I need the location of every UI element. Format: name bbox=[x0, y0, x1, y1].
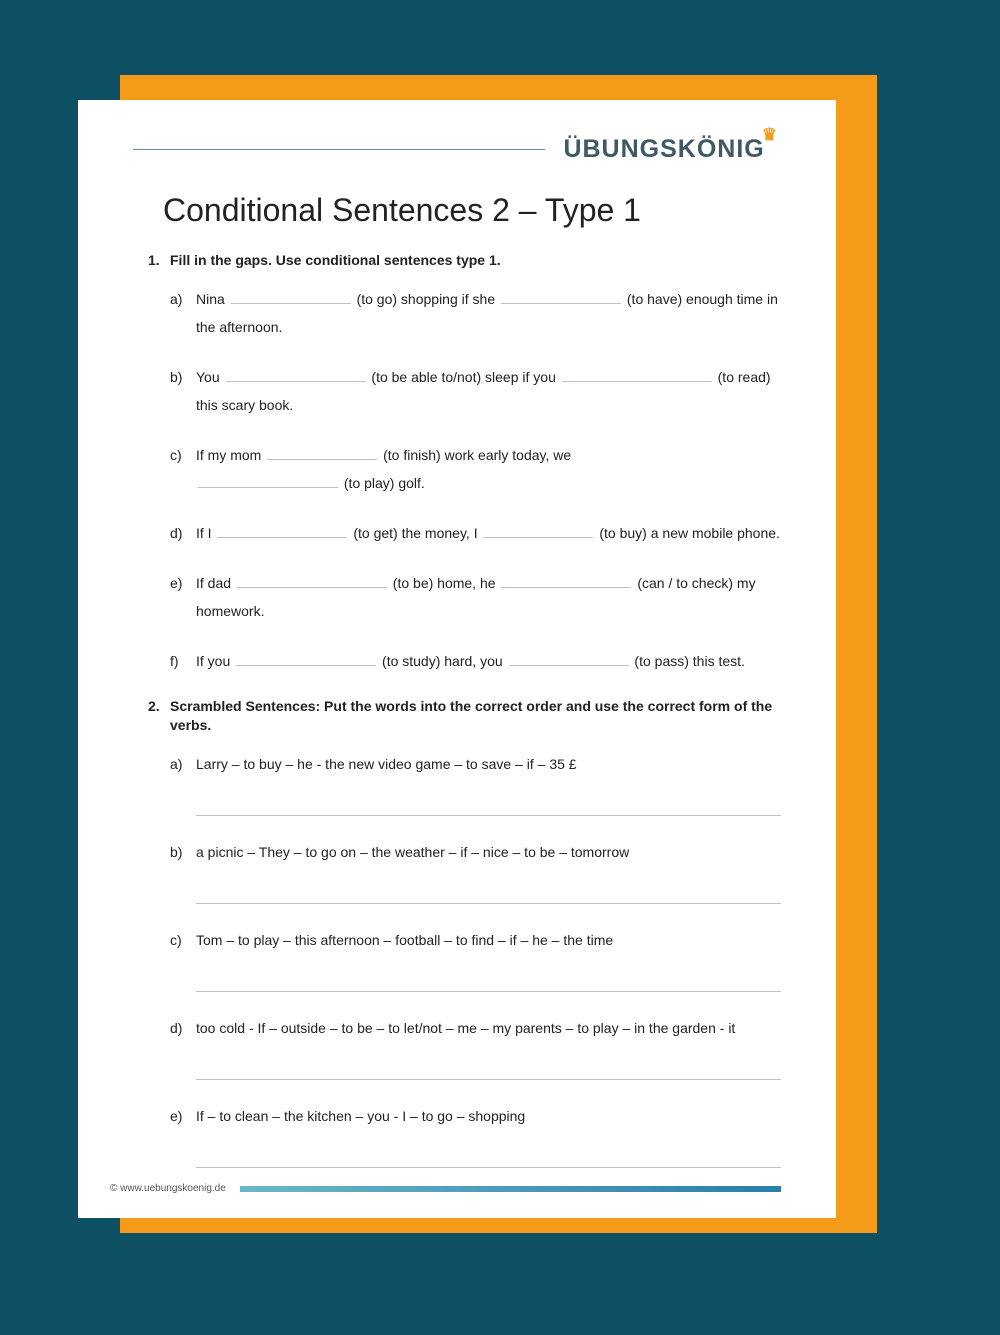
item-letter: e) bbox=[170, 1102, 196, 1168]
fill-gap[interactable] bbox=[231, 290, 351, 304]
item-letter: f) bbox=[170, 647, 196, 675]
item-letter: b) bbox=[170, 363, 196, 419]
page-title: Conditional Sentences 2 – Type 1 bbox=[163, 192, 781, 229]
item-text: If dad (to be) home, he (can / to check)… bbox=[196, 569, 781, 625]
item-letter: e) bbox=[170, 569, 196, 625]
footer-bar bbox=[240, 1186, 781, 1192]
task-heading: 2.Scrambled Sentences: Put the words int… bbox=[148, 697, 781, 736]
answer-line[interactable] bbox=[196, 962, 781, 992]
fill-gap[interactable] bbox=[267, 446, 377, 460]
fill-gap[interactable] bbox=[562, 368, 712, 382]
item-letter: b) bbox=[170, 838, 196, 904]
list-item: d)If I (to get) the money, I (to buy) a … bbox=[170, 519, 781, 547]
item-text: Larry – to buy – he - the new video game… bbox=[196, 750, 781, 816]
item-letter: d) bbox=[170, 1014, 196, 1080]
fill-gap[interactable] bbox=[483, 524, 593, 538]
list-item: d)too cold - If – outside – to be – to l… bbox=[170, 1014, 781, 1080]
fill-gap[interactable] bbox=[237, 574, 387, 588]
item-text: If you (to study) hard, you (to pass) th… bbox=[196, 647, 781, 675]
list-item: b)a picnic – They – to go on – the weath… bbox=[170, 838, 781, 904]
task: 1.Fill in the gaps. Use conditional sent… bbox=[148, 251, 781, 675]
item-text: Nina (to go) shopping if she (to have) e… bbox=[196, 285, 781, 341]
task-instruction: Fill in the gaps. Use conditional senten… bbox=[170, 251, 501, 271]
task-number: 1. bbox=[148, 251, 170, 271]
fill-gap[interactable] bbox=[501, 290, 621, 304]
task: 2.Scrambled Sentences: Put the words int… bbox=[148, 697, 781, 1168]
fill-gap[interactable] bbox=[236, 652, 376, 666]
item-letter: a) bbox=[170, 285, 196, 341]
scrambled-text: too cold - If – outside – to be – to let… bbox=[196, 1020, 735, 1036]
answer-line[interactable] bbox=[196, 1050, 781, 1080]
worksheet-page: ÜBUNGSKÖNIG ♛ Conditional Sentences 2 – … bbox=[78, 100, 836, 1218]
item-text: If my mom (to finish) work early today, … bbox=[196, 441, 781, 497]
list-item: a)Larry – to buy – he - the new video ga… bbox=[170, 750, 781, 816]
task-items: a)Nina (to go) shopping if she (to have)… bbox=[170, 285, 781, 675]
fill-gap[interactable] bbox=[501, 574, 631, 588]
fill-gap[interactable] bbox=[226, 368, 366, 382]
item-text: too cold - If – outside – to be – to let… bbox=[196, 1014, 781, 1080]
task-items: a)Larry – to buy – he - the new video ga… bbox=[170, 750, 781, 1168]
list-item: e)If – to clean – the kitchen – you - I … bbox=[170, 1102, 781, 1168]
brand-text: ÜBUNGSKÖNIG bbox=[563, 135, 764, 164]
brand-logo: ÜBUNGSKÖNIG ♛ bbox=[563, 135, 781, 164]
list-item: c)Tom – to play – this afternoon – footb… bbox=[170, 926, 781, 992]
list-item: b)You (to be able to/not) sleep if you (… bbox=[170, 363, 781, 419]
list-item: c)If my mom (to finish) work early today… bbox=[170, 441, 781, 497]
scrambled-text: If – to clean – the kitchen – you - I – … bbox=[196, 1108, 525, 1124]
item-letter: c) bbox=[170, 926, 196, 992]
footer-credit: © www.uebungskoenig.de bbox=[110, 1183, 226, 1194]
item-text: If – to clean – the kitchen – you - I – … bbox=[196, 1102, 781, 1168]
item-letter: c) bbox=[170, 441, 196, 497]
list-item: a)Nina (to go) shopping if she (to have)… bbox=[170, 285, 781, 341]
answer-line[interactable] bbox=[196, 874, 781, 904]
task-heading: 1.Fill in the gaps. Use conditional sent… bbox=[148, 251, 781, 271]
item-text: Tom – to play – this afternoon – footbal… bbox=[196, 926, 781, 992]
scrambled-text: a picnic – They – to go on – the weather… bbox=[196, 844, 629, 860]
answer-line[interactable] bbox=[196, 1138, 781, 1168]
fill-gap[interactable] bbox=[217, 524, 347, 538]
list-item: e)If dad (to be) home, he (can / to chec… bbox=[170, 569, 781, 625]
scrambled-text: Larry – to buy – he - the new video game… bbox=[196, 756, 577, 772]
list-item: f)If you (to study) hard, you (to pass) … bbox=[170, 647, 781, 675]
fill-gap[interactable] bbox=[509, 652, 629, 666]
item-letter: a) bbox=[170, 750, 196, 816]
crown-icon: ♛ bbox=[762, 125, 778, 145]
item-letter: d) bbox=[170, 519, 196, 547]
item-text: a picnic – They – to go on – the weather… bbox=[196, 838, 781, 904]
fill-gap[interactable] bbox=[198, 474, 338, 488]
scrambled-text: Tom – to play – this afternoon – footbal… bbox=[196, 932, 613, 948]
task-number: 2. bbox=[148, 697, 170, 736]
answer-line[interactable] bbox=[196, 786, 781, 816]
item-text: If I (to get) the money, I (to buy) a ne… bbox=[196, 519, 781, 547]
header: ÜBUNGSKÖNIG ♛ bbox=[133, 135, 781, 164]
task-instruction: Scrambled Sentences: Put the words into … bbox=[170, 697, 781, 736]
footer: © www.uebungskoenig.de bbox=[110, 1183, 781, 1194]
item-text: You (to be able to/not) sleep if you (to… bbox=[196, 363, 781, 419]
header-rule bbox=[133, 149, 545, 150]
